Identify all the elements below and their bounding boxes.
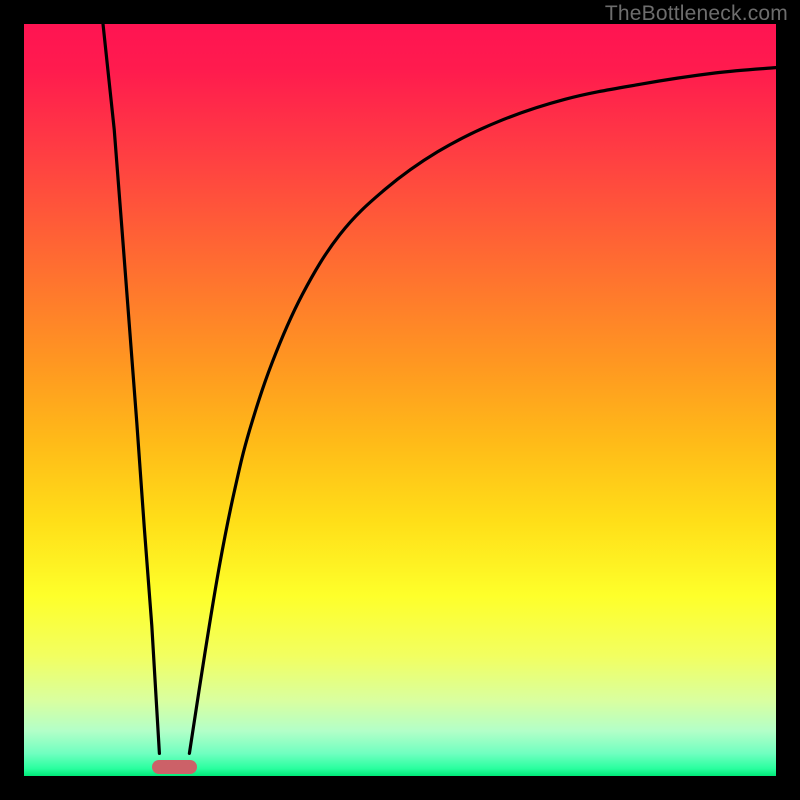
chart-frame bbox=[14, 14, 786, 786]
bottleneck-curve bbox=[24, 24, 776, 776]
watermark-text: TheBottleneck.com bbox=[605, 2, 788, 26]
plot-area bbox=[24, 24, 776, 776]
optimum-marker bbox=[152, 760, 197, 774]
